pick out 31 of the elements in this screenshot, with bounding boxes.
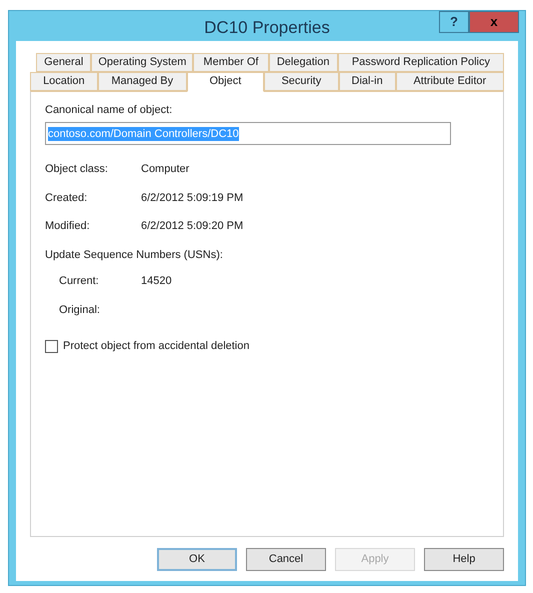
property-value: 6/2/2012 5:09:20 PM xyxy=(141,219,244,234)
dialog-button[interactable]: OK xyxy=(157,548,237,570)
tab[interactable]: Dial-in xyxy=(338,72,396,90)
section-label: Update Sequence Numbers (USNs): xyxy=(45,248,224,262)
property-value: 14520 xyxy=(141,274,172,289)
tab[interactable]: Location xyxy=(30,72,98,90)
property-label: Object class: xyxy=(45,162,109,177)
property-value: Computer xyxy=(141,162,190,177)
dialog-button[interactable]: Cancel xyxy=(246,548,326,570)
close-button[interactable]: x xyxy=(469,11,519,33)
tab[interactable]: Member Of xyxy=(193,52,269,72)
window-title: DC10 Properties xyxy=(204,17,330,39)
tab[interactable]: Attribute Editor xyxy=(396,72,504,90)
property-label: Created: xyxy=(45,190,88,206)
property-label: Current: xyxy=(59,274,100,289)
property-value: 6/2/2012 5:09:19 PM xyxy=(141,190,244,206)
field-label: Canonical name of object: xyxy=(45,102,174,118)
checkbox-label: Protect object from accidental deletion xyxy=(63,339,250,354)
tab[interactable]: Managed By xyxy=(98,72,187,90)
tab[interactable]: Object xyxy=(186,72,264,92)
tab[interactable]: Security xyxy=(264,72,339,90)
tab[interactable]: General xyxy=(36,52,92,72)
tab[interactable]: Delegation xyxy=(268,52,338,72)
dialog-button[interactable]: Help xyxy=(424,548,504,570)
help-button[interactable]: ? xyxy=(439,11,469,33)
tab[interactable]: Operating System xyxy=(91,52,194,72)
property-label: Modified: xyxy=(45,219,91,234)
selected-text: contoso.com/Domain Controllers/DC10 xyxy=(48,126,239,140)
tab[interactable]: Password Replication Policy xyxy=(338,52,504,72)
checkbox[interactable] xyxy=(45,340,58,353)
property-label: Original: xyxy=(59,302,101,318)
